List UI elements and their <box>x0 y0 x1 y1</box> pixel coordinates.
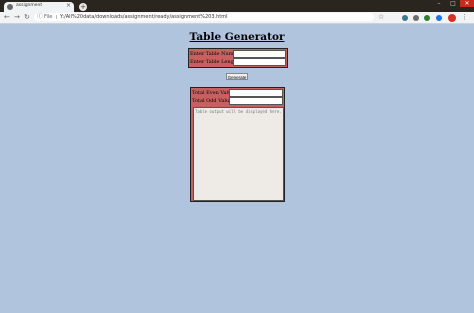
extension-icon[interactable] <box>436 15 442 21</box>
table-length-input[interactable] <box>233 58 286 66</box>
reload-icon[interactable]: ↻ <box>24 13 30 22</box>
browser-tab[interactable]: assignment × <box>4 2 74 12</box>
new-tab-button[interactable]: + <box>79 3 87 11</box>
extension-icon[interactable] <box>413 15 419 21</box>
table-output-area[interactable] <box>193 107 284 201</box>
generate-button[interactable]: Generate <box>226 73 248 80</box>
extension-icon[interactable] <box>402 15 408 21</box>
browser-menu-icon[interactable]: ⋮ <box>461 13 468 22</box>
address-url[interactable]: Y:/All%20data/downloads/assignment/ready… <box>60 13 228 21</box>
info-icon[interactable]: ⓘ <box>37 13 43 21</box>
back-arrow-icon[interactable]: ← <box>4 13 10 22</box>
output-panel: Total Even Values: Total Odd Values: <box>190 87 285 202</box>
browser-tab-strip: assignment × + – □ ✕ <box>0 0 474 12</box>
page-title: Table Generator <box>189 31 285 43</box>
browser-toolbar: ← → ↻ ⓘ File Y:/All%20data/downloads/ass… <box>0 12 474 24</box>
even-values-field[interactable] <box>229 89 283 97</box>
bookmark-star-icon[interactable]: ☆ <box>378 13 384 22</box>
forward-arrow-icon[interactable]: → <box>14 13 20 22</box>
table-number-input[interactable] <box>233 50 286 58</box>
window-minimize-button[interactable]: – <box>432 0 446 7</box>
address-scheme-label: File <box>44 14 53 20</box>
even-values-row: Total Even Values: <box>192 89 283 97</box>
page-content: Table Generator Enter Table Number: Ente… <box>0 24 474 313</box>
odd-values-field[interactable] <box>229 97 283 105</box>
tab-close-icon[interactable]: × <box>66 2 71 9</box>
page-favicon-icon <box>7 4 13 10</box>
profile-avatar[interactable] <box>448 14 456 22</box>
tab-title: assignment <box>16 3 43 8</box>
address-bar[interactable]: ⓘ File Y:/All%20data/downloads/assignmen… <box>34 13 374 21</box>
window-maximize-button[interactable]: □ <box>446 0 460 7</box>
input-form: Enter Table Number: Enter Table Length: <box>188 48 288 68</box>
table-length-row: Enter Table Length: <box>190 58 286 66</box>
extension-icon[interactable] <box>424 15 430 21</box>
odd-values-row: Total Odd Values: <box>192 97 283 105</box>
window-close-button[interactable]: ✕ <box>460 0 474 7</box>
address-divider <box>56 15 57 19</box>
table-number-row: Enter Table Number: <box>190 50 286 58</box>
